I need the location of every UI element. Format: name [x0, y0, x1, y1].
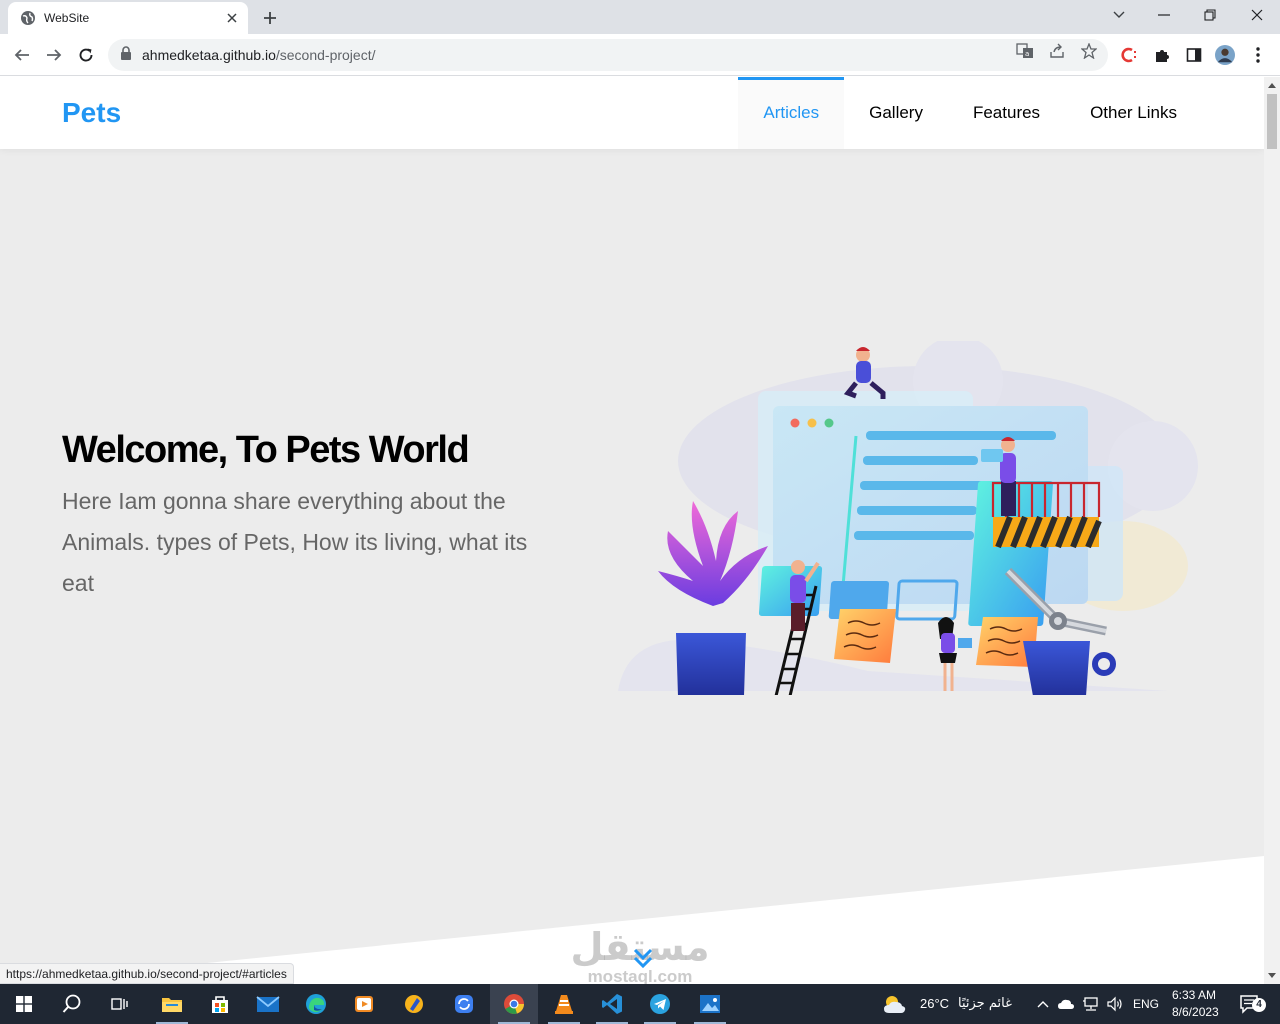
vlc-icon[interactable] — [540, 984, 588, 1024]
edge-browser-icon[interactable] — [292, 984, 340, 1024]
address-bar[interactable]: ahmedketaa.github.io/second-project/ — [108, 39, 1108, 71]
hero-title: Welcome, To Pets World — [62, 429, 470, 471]
onedrive-cloud-icon[interactable] — [1055, 984, 1077, 1024]
app-sync-icon[interactable] — [440, 984, 488, 1024]
menu-kebab-icon[interactable] — [1248, 45, 1268, 65]
vscode-icon[interactable] — [588, 984, 636, 1024]
share-icon[interactable] — [1048, 42, 1066, 60]
nav-link-features[interactable]: Features — [948, 77, 1065, 149]
input-language[interactable]: ENG — [1133, 997, 1159, 1011]
weather-partly-cloudy-icon[interactable] — [876, 984, 912, 1024]
restore-icon[interactable] — [1188, 0, 1232, 30]
bookmark-star-icon[interactable] — [1080, 42, 1098, 60]
page-viewport: Pets Articles Gallery Features Other Lin… — [0, 77, 1264, 984]
chrome-icon[interactable] — [490, 984, 538, 1024]
notification-count: 4 — [1252, 998, 1266, 1012]
nav-link-other-links[interactable]: Other Links — [1065, 77, 1202, 149]
new-tab-button[interactable] — [258, 6, 282, 30]
close-tab-icon[interactable] — [222, 8, 242, 28]
scroll-down-arrow-icon[interactable] — [1264, 968, 1280, 984]
back-arrow-icon[interactable] — [9, 42, 35, 68]
notification-center-icon[interactable]: 4 — [1232, 984, 1268, 1024]
extension-c-icon[interactable] — [1120, 45, 1140, 65]
browser-toolbar: ahmedketaa.github.io/second-project/ a — [0, 34, 1280, 76]
nav-link-gallery[interactable]: Gallery — [844, 77, 948, 149]
close-window-icon[interactable] — [1235, 0, 1279, 30]
tab-title: WebSite — [44, 11, 90, 25]
browser-tab[interactable]: WebSite — [8, 2, 248, 34]
mail-icon[interactable] — [244, 984, 292, 1024]
pen-app-icon[interactable] — [390, 984, 438, 1024]
hero-description: Here Iam gonna share everything about th… — [62, 488, 528, 596]
page-scrollbar[interactable] — [1264, 77, 1280, 984]
reload-icon[interactable] — [73, 42, 99, 68]
scroll-up-arrow-icon[interactable] — [1264, 77, 1280, 93]
telegram-icon[interactable] — [636, 984, 684, 1024]
nav-link-articles[interactable]: Articles — [738, 77, 845, 149]
translate-icon[interactable]: a — [1016, 42, 1034, 60]
windows-start-icon[interactable] — [0, 984, 48, 1024]
forward-arrow-icon[interactable] — [41, 42, 67, 68]
media-player-icon[interactable] — [340, 984, 388, 1024]
lock-icon[interactable] — [120, 45, 132, 65]
volume-icon[interactable] — [1104, 984, 1126, 1024]
site-logo[interactable]: Pets — [62, 97, 121, 129]
tab-strip: WebSite — [0, 0, 1280, 34]
search-icon[interactable] — [48, 984, 96, 1024]
svg-text:a: a — [1025, 50, 1029, 58]
tab-search-icon[interactable] — [1097, 0, 1141, 30]
task-view-icon[interactable] — [96, 984, 144, 1024]
file-explorer-icon[interactable] — [148, 984, 196, 1024]
globe-icon — [20, 10, 36, 26]
double-chevron-down-icon[interactable] — [630, 945, 656, 971]
minimize-icon[interactable] — [1142, 0, 1186, 30]
weather-temp[interactable]: 26°C — [920, 996, 949, 1011]
microsoft-store-icon[interactable] — [196, 984, 244, 1024]
network-icon[interactable] — [1080, 984, 1102, 1024]
tray-chevron-up-icon[interactable] — [1032, 984, 1054, 1024]
url-text: ahmedketaa.github.io/second-project/ — [142, 47, 376, 63]
side-panel-icon[interactable] — [1184, 45, 1204, 65]
clock-date[interactable]: 8/6/2023 — [1172, 1005, 1219, 1019]
link-status-bar: https://ahmedketaa.github.io/second-proj… — [0, 963, 294, 984]
weather-text[interactable]: غائم جزئيًا — [958, 996, 1012, 1011]
profile-avatar[interactable] — [1215, 45, 1235, 65]
hero-illustration — [618, 341, 1198, 695]
clock-time[interactable]: 6:33 AM — [1172, 988, 1216, 1002]
extensions-puzzle-icon[interactable] — [1152, 45, 1172, 65]
site-header: Pets Articles Gallery Features Other Lin… — [0, 77, 1264, 149]
photos-icon[interactable] — [686, 984, 734, 1024]
scroll-thumb[interactable] — [1267, 94, 1277, 149]
main-nav: Articles Gallery Features Other Links — [738, 77, 1202, 149]
windows-taskbar: 26°C غائم جزئيًا ENG 6:33 AM 8/6/2023 4 — [0, 984, 1280, 1024]
